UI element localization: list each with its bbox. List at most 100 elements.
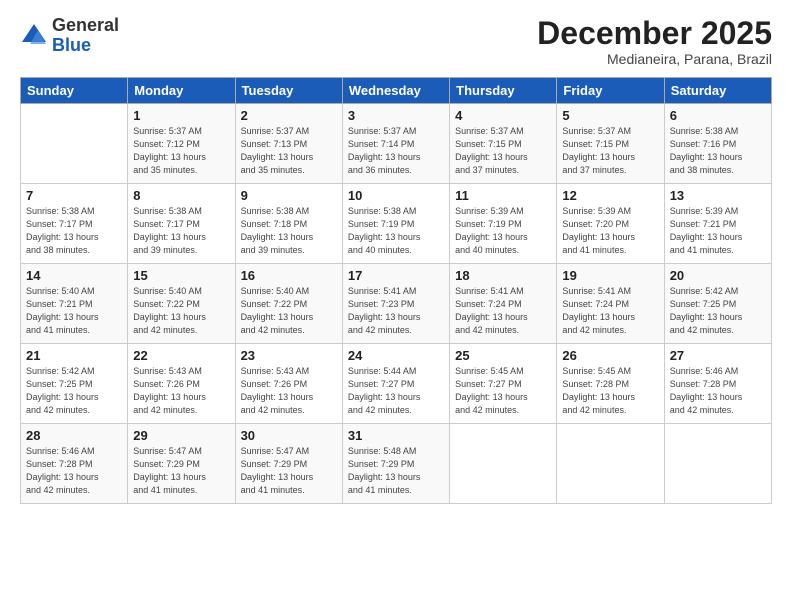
day-number: 18 — [455, 268, 551, 283]
cell-3-4: 25 Sunrise: 5:45 AM Sunset: 7:27 PM Dayli… — [450, 344, 557, 424]
cell-1-0: 7 Sunrise: 5:38 AM Sunset: 7:17 PM Daylig… — [21, 184, 128, 264]
title-block: December 2025 Medianeira, Parana, Brazil — [537, 16, 772, 67]
day-info: Sunrise: 5:43 AM Sunset: 7:26 PM Dayligh… — [241, 365, 337, 417]
col-monday: Monday — [128, 78, 235, 104]
cell-0-6: 6 Sunrise: 5:38 AM Sunset: 7:16 PM Daylig… — [664, 104, 771, 184]
cell-2-0: 14 Sunrise: 5:40 AM Sunset: 7:21 PM Dayli… — [21, 264, 128, 344]
cell-2-4: 18 Sunrise: 5:41 AM Sunset: 7:24 PM Dayli… — [450, 264, 557, 344]
week-row-2: 14 Sunrise: 5:40 AM Sunset: 7:21 PM Dayli… — [21, 264, 772, 344]
day-info: Sunrise: 5:38 AM Sunset: 7:17 PM Dayligh… — [26, 205, 122, 257]
day-info: Sunrise: 5:47 AM Sunset: 7:29 PM Dayligh… — [133, 445, 229, 497]
day-number: 29 — [133, 428, 229, 443]
day-number: 10 — [348, 188, 444, 203]
week-row-4: 28 Sunrise: 5:46 AM Sunset: 7:28 PM Dayli… — [21, 424, 772, 504]
cell-2-2: 16 Sunrise: 5:40 AM Sunset: 7:22 PM Dayli… — [235, 264, 342, 344]
day-info: Sunrise: 5:42 AM Sunset: 7:25 PM Dayligh… — [670, 285, 766, 337]
cell-1-6: 13Sunrise: 5:39 AM Sunset: 7:21 PM Dayli… — [664, 184, 771, 264]
day-info: Sunrise: 5:40 AM Sunset: 7:21 PM Dayligh… — [26, 285, 122, 337]
cell-4-6 — [664, 424, 771, 504]
day-info: Sunrise: 5:40 AM Sunset: 7:22 PM Dayligh… — [133, 285, 229, 337]
day-number: 17 — [348, 268, 444, 283]
day-info: Sunrise: 5:37 AM Sunset: 7:13 PM Dayligh… — [241, 125, 337, 177]
day-number: 16 — [241, 268, 337, 283]
cell-2-6: 20 Sunrise: 5:42 AM Sunset: 7:25 PM Dayli… — [664, 264, 771, 344]
day-number: 7 — [26, 188, 122, 203]
cell-3-1: 22 Sunrise: 5:43 AM Sunset: 7:26 PM Dayli… — [128, 344, 235, 424]
cell-1-2: 9 Sunrise: 5:38 AM Sunset: 7:18 PM Daylig… — [235, 184, 342, 264]
cell-1-4: 11 Sunrise: 5:39 AM Sunset: 7:19 PM Dayli… — [450, 184, 557, 264]
day-number: 2 — [241, 108, 337, 123]
day-number: 13 — [670, 188, 766, 203]
cell-2-5: 19Sunrise: 5:41 AM Sunset: 7:24 PM Dayli… — [557, 264, 664, 344]
logo-text: General Blue — [52, 16, 119, 56]
cell-1-5: 12Sunrise: 5:39 AM Sunset: 7:20 PM Dayli… — [557, 184, 664, 264]
cell-0-2: 2 Sunrise: 5:37 AM Sunset: 7:13 PM Daylig… — [235, 104, 342, 184]
day-number: 4 — [455, 108, 551, 123]
day-number: 8 — [133, 188, 229, 203]
day-number: 14 — [26, 268, 122, 283]
day-number: 31 — [348, 428, 444, 443]
day-info: Sunrise: 5:39 AM Sunset: 7:19 PM Dayligh… — [455, 205, 551, 257]
header-row: Sunday Monday Tuesday Wednesday Thursday… — [21, 78, 772, 104]
cell-4-3: 31 Sunrise: 5:48 AM Sunset: 7:29 PM Dayli… — [342, 424, 449, 504]
day-number: 20 — [670, 268, 766, 283]
day-number: 25 — [455, 348, 551, 363]
week-row-3: 21 Sunrise: 5:42 AM Sunset: 7:25 PM Dayli… — [21, 344, 772, 424]
day-info: Sunrise: 5:43 AM Sunset: 7:26 PM Dayligh… — [133, 365, 229, 417]
col-wednesday: Wednesday — [342, 78, 449, 104]
cell-0-5: 5 Sunrise: 5:37 AM Sunset: 7:15 PM Daylig… — [557, 104, 664, 184]
day-info: Sunrise: 5:37 AM Sunset: 7:15 PM Dayligh… — [455, 125, 551, 177]
col-saturday: Saturday — [664, 78, 771, 104]
day-info: Sunrise: 5:45 AM Sunset: 7:28 PM Dayligh… — [562, 365, 658, 417]
cell-3-3: 24 Sunrise: 5:44 AM Sunset: 7:27 PM Dayli… — [342, 344, 449, 424]
day-number: 1 — [133, 108, 229, 123]
col-thursday: Thursday — [450, 78, 557, 104]
day-info: Sunrise: 5:45 AM Sunset: 7:27 PM Dayligh… — [455, 365, 551, 417]
location: Medianeira, Parana, Brazil — [537, 51, 772, 67]
day-number: 5 — [562, 108, 658, 123]
cell-4-5 — [557, 424, 664, 504]
header: General Blue December 2025 Medianeira, P… — [20, 16, 772, 67]
day-number: 15 — [133, 268, 229, 283]
day-info: Sunrise: 5:38 AM Sunset: 7:18 PM Dayligh… — [241, 205, 337, 257]
day-number: 30 — [241, 428, 337, 443]
day-number: 28 — [26, 428, 122, 443]
cell-4-0: 28 Sunrise: 5:46 AM Sunset: 7:28 PM Dayli… — [21, 424, 128, 504]
day-info: Sunrise: 5:42 AM Sunset: 7:25 PM Dayligh… — [26, 365, 122, 417]
day-number: 9 — [241, 188, 337, 203]
calendar-table: Sunday Monday Tuesday Wednesday Thursday… — [20, 77, 772, 504]
cell-4-1: 29 Sunrise: 5:47 AM Sunset: 7:29 PM Dayli… — [128, 424, 235, 504]
cell-3-0: 21 Sunrise: 5:42 AM Sunset: 7:25 PM Dayli… — [21, 344, 128, 424]
cell-2-3: 17 Sunrise: 5:41 AM Sunset: 7:23 PM Dayli… — [342, 264, 449, 344]
cell-4-4 — [450, 424, 557, 504]
day-number: 24 — [348, 348, 444, 363]
day-number: 21 — [26, 348, 122, 363]
page: General Blue December 2025 Medianeira, P… — [0, 0, 792, 612]
col-tuesday: Tuesday — [235, 78, 342, 104]
week-row-1: 7 Sunrise: 5:38 AM Sunset: 7:17 PM Daylig… — [21, 184, 772, 264]
day-info: Sunrise: 5:47 AM Sunset: 7:29 PM Dayligh… — [241, 445, 337, 497]
day-number: 27 — [670, 348, 766, 363]
day-info: Sunrise: 5:40 AM Sunset: 7:22 PM Dayligh… — [241, 285, 337, 337]
day-number: 22 — [133, 348, 229, 363]
week-row-0: 1Sunrise: 5:37 AM Sunset: 7:12 PM Daylig… — [21, 104, 772, 184]
logo-icon — [20, 22, 48, 50]
day-info: Sunrise: 5:38 AM Sunset: 7:16 PM Dayligh… — [670, 125, 766, 177]
day-info: Sunrise: 5:44 AM Sunset: 7:27 PM Dayligh… — [348, 365, 444, 417]
cell-3-2: 23Sunrise: 5:43 AM Sunset: 7:26 PM Dayli… — [235, 344, 342, 424]
month-title: December 2025 — [537, 16, 772, 51]
cell-3-5: 26Sunrise: 5:45 AM Sunset: 7:28 PM Dayli… — [557, 344, 664, 424]
logo: General Blue — [20, 16, 119, 56]
day-info: Sunrise: 5:41 AM Sunset: 7:24 PM Dayligh… — [455, 285, 551, 337]
day-number: 11 — [455, 188, 551, 203]
cell-0-0 — [21, 104, 128, 184]
day-info: Sunrise: 5:41 AM Sunset: 7:23 PM Dayligh… — [348, 285, 444, 337]
day-info: Sunrise: 5:48 AM Sunset: 7:29 PM Dayligh… — [348, 445, 444, 497]
day-info: Sunrise: 5:46 AM Sunset: 7:28 PM Dayligh… — [670, 365, 766, 417]
day-info: Sunrise: 5:46 AM Sunset: 7:28 PM Dayligh… — [26, 445, 122, 497]
day-info: Sunrise: 5:37 AM Sunset: 7:15 PM Dayligh… — [562, 125, 658, 177]
day-info: Sunrise: 5:41 AM Sunset: 7:24 PM Dayligh… — [562, 285, 658, 337]
day-number: 6 — [670, 108, 766, 123]
cell-2-1: 15 Sunrise: 5:40 AM Sunset: 7:22 PM Dayli… — [128, 264, 235, 344]
cell-3-6: 27 Sunrise: 5:46 AM Sunset: 7:28 PM Dayli… — [664, 344, 771, 424]
